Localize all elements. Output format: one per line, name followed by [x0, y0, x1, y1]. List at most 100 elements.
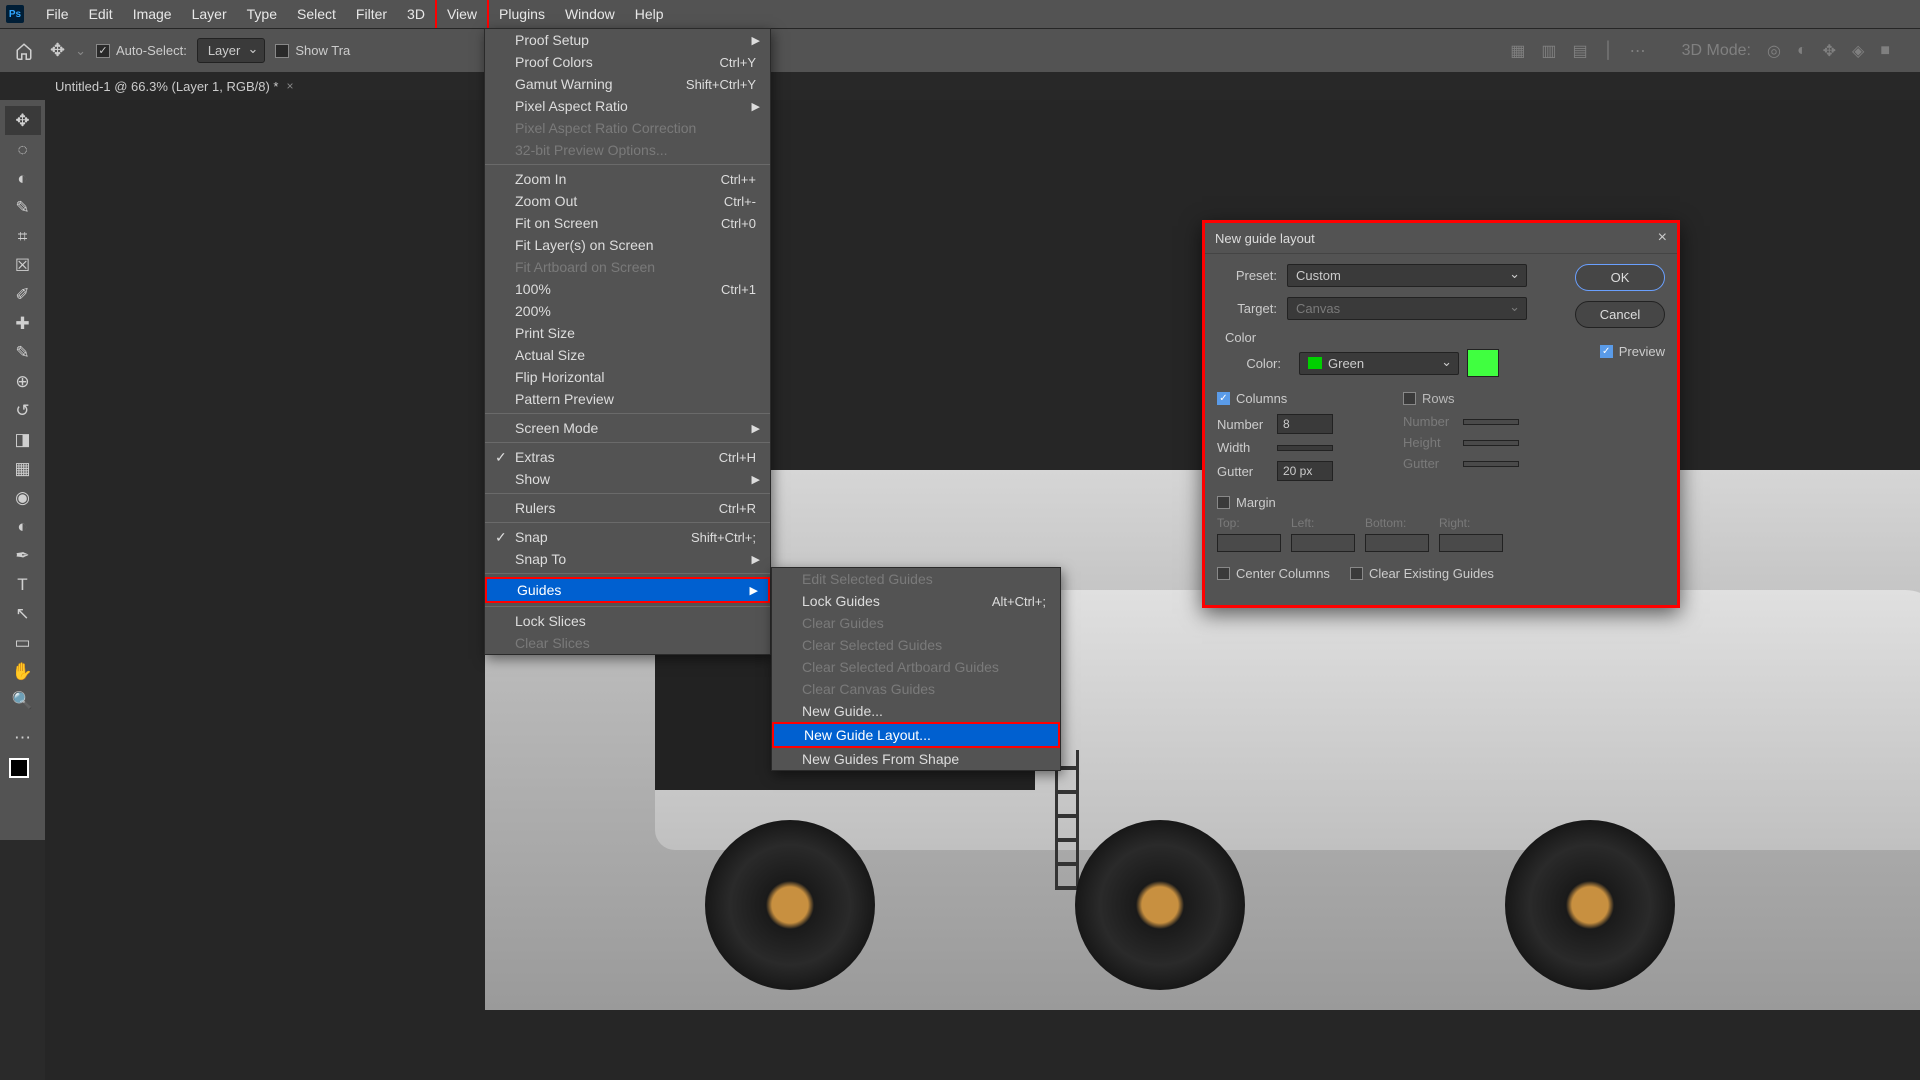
view-menu-item-pixel-aspect-ratio[interactable]: Pixel Aspect Ratio▶: [485, 95, 770, 117]
view-menu-item-snap-to[interactable]: Snap To▶: [485, 548, 770, 570]
close-tab-icon[interactable]: ×: [286, 79, 293, 93]
type-tool[interactable]: T: [5, 570, 41, 599]
chevron-down-icon[interactable]: ⌄: [75, 43, 86, 59]
marquee-tool[interactable]: ◌: [5, 135, 41, 164]
dodge-tool[interactable]: ◐: [5, 512, 41, 541]
columns-number-input[interactable]: 8: [1277, 414, 1333, 434]
view-menu-item-200-[interactable]: 200%: [485, 300, 770, 322]
frame-tool[interactable]: ☒: [5, 251, 41, 280]
guides-submenu-item-lock-guides[interactable]: Lock GuidesAlt+Ctrl+;: [772, 590, 1060, 612]
clear-existing-checkbox[interactable]: [1350, 567, 1363, 580]
auto-select-checkbox[interactable]: [96, 44, 110, 58]
view-menu-item-gamut-warning[interactable]: Gamut WarningShift+Ctrl+Y: [485, 73, 770, 95]
columns-gutter-input[interactable]: 20 px: [1277, 461, 1333, 481]
rectangle-tool[interactable]: ▭: [5, 628, 41, 657]
3d-icon[interactable]: ◐: [1797, 42, 1807, 60]
menu-image[interactable]: Image: [123, 0, 182, 28]
menu-edit[interactable]: Edit: [79, 0, 123, 28]
menubar: Ps File Edit Image Layer Type Select Fil…: [0, 0, 1920, 28]
menu-item-label: New Guide...: [802, 703, 883, 719]
view-menu-item-proof-setup[interactable]: Proof Setup▶: [485, 29, 770, 51]
3d-icon[interactable]: ■: [1880, 42, 1890, 60]
menu-plugins[interactable]: Plugins: [489, 0, 555, 28]
view-menu-item-proof-colors[interactable]: Proof ColorsCtrl+Y: [485, 51, 770, 73]
eraser-tool[interactable]: ◨: [5, 425, 41, 454]
lasso-tool[interactable]: ◐: [5, 164, 41, 193]
menu-item-label: Snap: [515, 529, 548, 545]
view-menu-item-zoom-in[interactable]: Zoom InCtrl++: [485, 168, 770, 190]
menu-item-label: Pattern Preview: [515, 391, 614, 407]
dialog-close-button[interactable]: ×: [1658, 229, 1667, 247]
color-swatches[interactable]: [9, 758, 37, 786]
pen-tool[interactable]: ✒: [5, 541, 41, 570]
blur-tool[interactable]: ◉: [5, 483, 41, 512]
menu-select[interactable]: Select: [287, 0, 346, 28]
3d-icon[interactable]: ◈: [1852, 41, 1864, 61]
3d-icon[interactable]: ✥: [1823, 41, 1836, 61]
menu-help[interactable]: Help: [625, 0, 674, 28]
view-menu-item-screen-mode[interactable]: Screen Mode▶: [485, 417, 770, 439]
rows-checkbox[interactable]: [1403, 392, 1416, 405]
view-menu-item-lock-slices[interactable]: Lock Slices: [485, 610, 770, 632]
menu-filter[interactable]: Filter: [346, 0, 397, 28]
center-columns-checkbox[interactable]: [1217, 567, 1230, 580]
view-menu-item-guides[interactable]: Guides▶: [485, 577, 770, 603]
view-menu-item-print-size[interactable]: Print Size: [485, 322, 770, 344]
magic-wand-tool[interactable]: ✎: [5, 193, 41, 222]
guides-submenu-item-new-guide-layout-[interactable]: New Guide Layout...: [772, 722, 1060, 748]
view-menu-item-fit-layer-s-on-screen[interactable]: Fit Layer(s) on Screen: [485, 234, 770, 256]
menu-type[interactable]: Type: [237, 0, 287, 28]
move-tool[interactable]: ✥: [5, 106, 41, 135]
menu-layer[interactable]: Layer: [182, 0, 237, 28]
guides-submenu-item-new-guides-from-shape[interactable]: New Guides From Shape: [772, 748, 1060, 770]
target-dropdown[interactable]: Canvas: [1287, 297, 1527, 320]
view-menu-item-show[interactable]: Show▶: [485, 468, 770, 490]
view-menu-item-snap[interactable]: SnapShift+Ctrl+;: [485, 526, 770, 548]
guides-submenu-item-new-guide-[interactable]: New Guide...: [772, 700, 1060, 722]
menu-file[interactable]: File: [36, 0, 79, 28]
align-icon[interactable]: ▦: [1510, 41, 1525, 61]
show-transform-checkbox[interactable]: [275, 44, 289, 58]
view-menu-item-pattern-preview[interactable]: Pattern Preview: [485, 388, 770, 410]
menu-view[interactable]: View: [435, 0, 489, 30]
eyedropper-tool[interactable]: ✐: [5, 280, 41, 309]
align-icon[interactable]: │: [1604, 42, 1614, 60]
color-swatch[interactable]: [1467, 349, 1499, 377]
view-menu-item-zoom-out[interactable]: Zoom OutCtrl+-: [485, 190, 770, 212]
crop-tool[interactable]: ⌗: [5, 222, 41, 251]
preset-dropdown[interactable]: Custom: [1287, 264, 1527, 287]
view-menu-item-fit-on-screen[interactable]: Fit on ScreenCtrl+0: [485, 212, 770, 234]
document-tab[interactable]: Untitled-1 @ 66.3% (Layer 1, RGB/8) * ×: [45, 73, 303, 100]
view-menu-item-rulers[interactable]: RulersCtrl+R: [485, 497, 770, 519]
hand-tool[interactable]: ✋: [5, 657, 41, 686]
home-button[interactable]: [8, 35, 40, 67]
columns-checkbox[interactable]: [1217, 392, 1230, 405]
view-menu-item-100-[interactable]: 100%Ctrl+1: [485, 278, 770, 300]
options-bar: ✥ ⌄ Auto-Select: Layer Show Tra ▦▥▤│⋯3D …: [0, 28, 1920, 72]
3d-icon[interactable]: ◎: [1767, 41, 1781, 61]
history-brush-tool[interactable]: ↺: [5, 396, 41, 425]
options-align-icons: ▦▥▤│⋯3D Mode:◎◐✥◈■: [1510, 41, 1920, 61]
columns-width-input[interactable]: [1277, 445, 1333, 451]
gradient-tool[interactable]: ▦: [5, 454, 41, 483]
cancel-button[interactable]: Cancel: [1575, 301, 1665, 328]
edit-toolbar[interactable]: ⋯: [5, 723, 41, 752]
path-select-tool[interactable]: ↖: [5, 599, 41, 628]
align-icon[interactable]: ▥: [1541, 41, 1556, 61]
menu-window[interactable]: Window: [555, 0, 625, 28]
view-menu-item-extras[interactable]: ExtrasCtrl+H: [485, 446, 770, 468]
view-menu-item-flip-horizontal[interactable]: Flip Horizontal: [485, 366, 770, 388]
preview-checkbox[interactable]: [1600, 345, 1613, 358]
layer-dropdown[interactable]: Layer: [197, 38, 266, 63]
zoom-tool[interactable]: 🔍: [5, 686, 41, 715]
margin-checkbox[interactable]: [1217, 496, 1230, 509]
brush-tool[interactable]: ✎: [5, 338, 41, 367]
healing-brush-tool[interactable]: ✚: [5, 309, 41, 338]
align-icon[interactable]: ▤: [1572, 41, 1587, 61]
clone-stamp-tool[interactable]: ⊕: [5, 367, 41, 396]
color-dropdown[interactable]: Green: [1299, 352, 1459, 375]
menu-3d[interactable]: 3D: [397, 0, 435, 28]
view-menu-item-actual-size[interactable]: Actual Size: [485, 344, 770, 366]
ok-button[interactable]: OK: [1575, 264, 1665, 291]
align-icon[interactable]: ⋯: [1630, 41, 1646, 61]
